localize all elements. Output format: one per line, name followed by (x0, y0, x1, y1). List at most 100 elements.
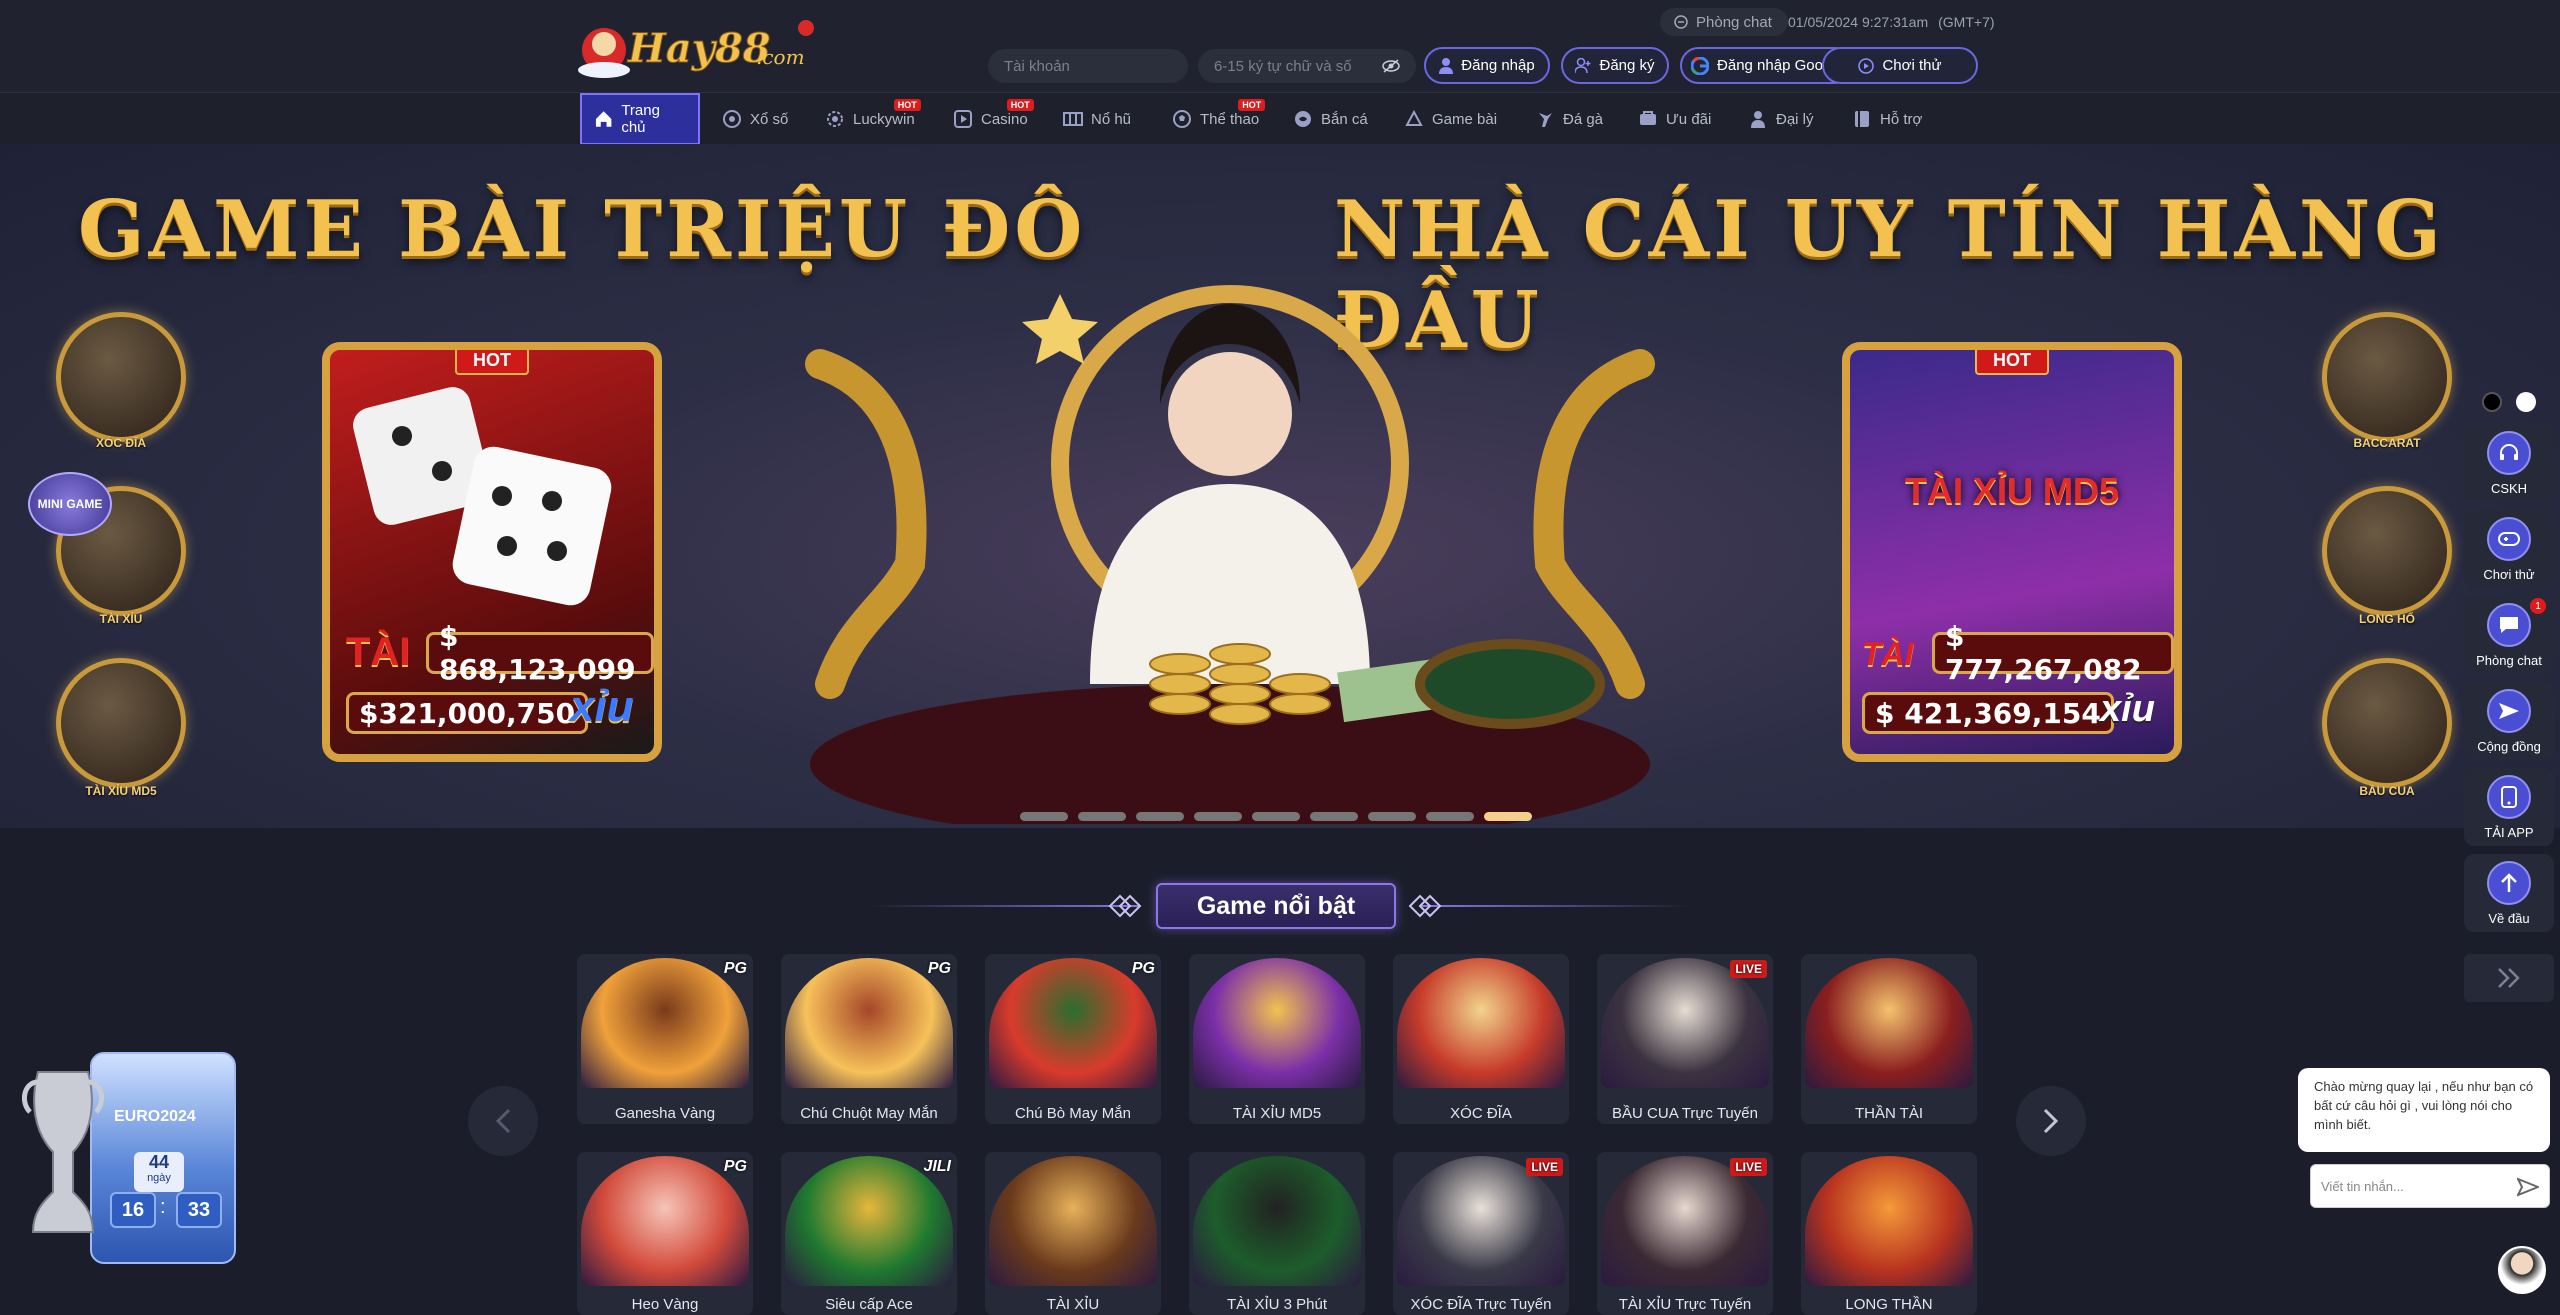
game-card[interactable]: XÓC ĐĨA (1393, 954, 1569, 1124)
side-game-baccarat[interactable] (2322, 312, 2452, 442)
account-input[interactable]: Tài khoản (988, 49, 1188, 83)
game-card[interactable]: PG Ganesha Vàng (577, 954, 753, 1124)
rail-collapse-button[interactable] (2464, 954, 2554, 1002)
nav-lottery-label: Xổ số (750, 110, 789, 128)
game-name: Siêu cấp Ace (825, 1296, 913, 1313)
game-card[interactable]: THẦN TÀI (1801, 954, 1977, 1124)
nav-promotions[interactable]: Ưu đãi (1638, 93, 1711, 145)
rail-chat-label: Phòng chat (2476, 652, 2542, 668)
theme-light-dot[interactable] (2516, 392, 2536, 412)
nav-home[interactable]: Trang chủ (580, 93, 700, 145)
mini-game-label: MINI GAME (37, 497, 103, 511)
carousel-prev-button[interactable] (468, 1086, 538, 1156)
game-thumbnail (1805, 958, 1973, 1088)
dealer-illustration (805, 285, 1655, 824)
pagination-dot[interactable] (1078, 812, 1126, 821)
svg-text:.com: .com (756, 45, 805, 69)
send-icon (2499, 702, 2519, 719)
nav-card-games[interactable]: Game bài (1404, 93, 1497, 145)
game-card[interactable]: LIVE TÀI XỈU Trực Tuyến (1597, 1152, 1773, 1315)
pagination-dot[interactable] (1252, 812, 1300, 821)
dice-illustration (353, 387, 612, 606)
rail-cskh-label: CSKH (2490, 480, 2528, 496)
nav-agent[interactable]: Đại lý (1748, 93, 1814, 145)
nav-casino-label: Casino (981, 110, 1028, 128)
nav-sports[interactable]: Thể thao HOT (1172, 93, 1266, 145)
game-card[interactable]: PG Heo Vàng (577, 1152, 753, 1315)
eye-icon[interactable] (1382, 59, 1400, 73)
google-icon (1691, 56, 1710, 75)
euro-days-label: ngày (147, 1172, 171, 1184)
nav-luckywin[interactable]: Luckywin HOT (825, 93, 921, 145)
pagination-dot[interactable] (1020, 812, 1068, 821)
nav-slots[interactable]: Nổ hũ (1063, 93, 1131, 145)
rail-download-app-button[interactable]: TẢI APP (2464, 768, 2554, 846)
pagination-dot[interactable] (1194, 812, 1242, 821)
game-card[interactable]: LIVE BẦU CUA Trực Tuyến (1597, 954, 1773, 1124)
promo-card-tai-xiu[interactable]: HOT TÀI $ 868,123,099 $321,000,750 xỉu (322, 342, 662, 762)
rail-community-button[interactable]: Cộng đồng (2464, 682, 2554, 760)
chat-welcome-message: Chào mừng quay lại , nếu như bạn có bất … (2298, 1068, 2550, 1152)
rail-trial-button[interactable]: Chơi thử (2464, 510, 2554, 588)
hot-badge: HOT (455, 350, 529, 375)
diamond-right-icon (1408, 894, 1442, 918)
pagination-dot[interactable] (1484, 812, 1532, 821)
game-card[interactable]: TÀI XỈU MD5 (1189, 954, 1365, 1124)
login-button[interactable]: Đăng nhập (1424, 47, 1550, 84)
promo-card-tai-xiu-md5[interactable]: HOT TÀI XỈU MD5 TÀI $ 777,267,082 $ 421,… (1842, 342, 2182, 762)
game-card[interactable]: PG Chú Chuột May Mắn (781, 954, 957, 1124)
game-card[interactable]: TÀI XỈU (985, 1152, 1161, 1315)
game-name: BẦU CUA Trực Tuyến (1612, 1105, 1758, 1122)
side-game-baccarat-label: BACCARAT (2353, 436, 2421, 450)
side-game-xoc-dia[interactable] (56, 312, 186, 442)
password-input[interactable]: 6-15 ký tự chữ và số (1198, 49, 1416, 83)
page-root: { "header": { "logo_text": "Hay88.com", … (0, 0, 2560, 1315)
rail-back-to-top-button[interactable]: Về đầu (2464, 854, 2554, 932)
side-game-bau-cua[interactable] (2322, 658, 2452, 788)
nav-home-label: Trang chủ (621, 102, 660, 136)
side-game-long-ho[interactable] (2322, 486, 2452, 616)
nav-support[interactable]: Hỗ trợ (1852, 93, 1922, 145)
hero-banner[interactable]: GAME BÀI TRIỆU ĐÔ NHÀ CÁI UY TÍN HÀNG ĐẦ… (0, 144, 2560, 828)
mini-game-icon[interactable]: MINI GAME (28, 472, 112, 536)
game-name: Heo Vàng (631, 1296, 699, 1313)
rail-cskh-button[interactable]: CSKH (2464, 424, 2554, 502)
game-name: TÀI XỈU MD5 (1232, 1105, 1322, 1122)
pagination-dot[interactable] (1426, 812, 1474, 821)
svg-text:Hay88: Hay88 (627, 25, 771, 72)
game-card[interactable]: JILI Siêu cấp Ace (781, 1152, 957, 1315)
nav-fishing[interactable]: Bắn cá (1293, 93, 1368, 145)
pagination-dot[interactable] (1310, 812, 1358, 821)
nav-cockfight-label: Đá gà (1563, 110, 1604, 128)
nav-casino[interactable]: Casino HOT (953, 93, 1034, 145)
nav-lottery[interactable]: Xổ số (722, 93, 788, 145)
headset-icon (2500, 443, 2518, 460)
chat-room-top-button[interactable]: Phòng chat (1660, 8, 1788, 36)
game-card[interactable]: TÀI XỈU 3 Phút (1189, 1152, 1365, 1315)
nav-cockfight[interactable]: Đá gà (1535, 93, 1603, 145)
diamond-left-icon (1108, 894, 1142, 918)
pagination-dot[interactable] (1136, 812, 1184, 821)
side-game-tai-xiu-md5[interactable] (56, 658, 186, 788)
rail-back-to-top-label: Về đầu (2488, 910, 2530, 926)
tai-jackpot-right: $ 777,267,082 (1932, 620, 2174, 686)
pagination-dot[interactable] (1368, 812, 1416, 821)
game-card[interactable]: LIVE XÓC ĐĨA Trực Tuyến (1393, 1152, 1569, 1315)
promotion-icon (1640, 111, 1656, 125)
euro-countdown-widget[interactable]: EURO2024 44 ngày 16 : 33 (18, 1046, 238, 1264)
nav-support-label: Hỗ trợ (1880, 110, 1923, 128)
game-card[interactable]: PG Chú Bò May Mắn (985, 954, 1161, 1124)
trial-button[interactable]: Chơi thử (1822, 47, 1978, 84)
game-card[interactable]: LONG THẦN (1801, 1152, 1977, 1315)
chat-input[interactable]: Viết tin nhắn... (2310, 1164, 2550, 1208)
chat-agent-avatar[interactable] (2498, 1246, 2546, 1294)
rail-chat-button[interactable]: Phòng chat 1 (2464, 596, 2554, 674)
theme-dark-dot[interactable] (2482, 392, 2502, 412)
slots-icon (1063, 112, 1083, 126)
register-button[interactable]: Đăng ký (1561, 47, 1669, 84)
carousel-next-button[interactable] (2016, 1086, 2086, 1156)
send-message-icon[interactable] (2517, 1177, 2539, 1197)
site-logo[interactable]: Hay88 .com (576, 12, 832, 82)
hot-badge: HOT (1238, 99, 1266, 111)
game-provider-tag: LIVE (1526, 1158, 1563, 1176)
